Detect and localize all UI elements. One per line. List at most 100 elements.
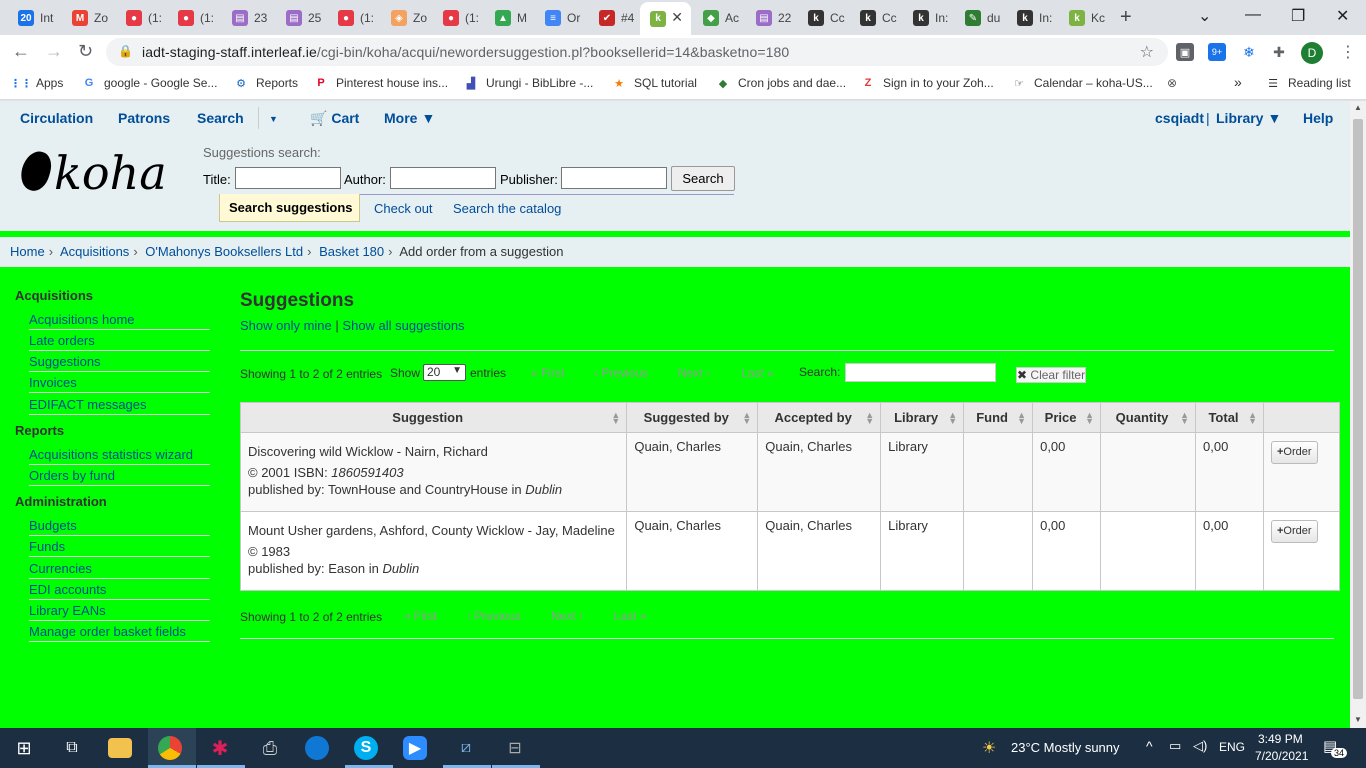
close-window-icon[interactable]: ✕ [1336,6,1349,26]
author-input[interactable] [390,167,496,189]
extensions-puzzle-icon[interactable]: ✚ [1270,43,1288,61]
nav-circulation[interactable]: Circulation [20,110,93,126]
printer-app-icon[interactable]: ⎙ [256,734,284,762]
sidebar-item-orders-by-fund[interactable]: Orders by fund [29,468,210,486]
nav-user[interactable]: csqiadt [1155,110,1204,126]
suggestion-search-button[interactable]: Search [671,166,735,191]
bookmark-item[interactable]: ⋮⋮ Apps [10,76,63,90]
col-library[interactable]: Library ▲ ▼ [880,402,965,433]
bookmark-item[interactable]: ☞ Calendar – koha-US... [1012,76,1153,90]
nav-cart[interactable]: 🛒 Cart [310,110,359,127]
col-fund[interactable]: Fund ▲ ▼ [963,402,1034,433]
page-scrollbar[interactable]: ▲ ▼ [1350,101,1366,728]
browser-tab[interactable]: ▤ 25 [276,4,326,32]
browser-tab[interactable]: 20 Int [8,4,60,32]
show-only-mine-link[interactable]: Show only mine [240,318,332,333]
order-button[interactable]: +Order [1270,520,1318,543]
show-all-suggestions-link[interactable]: Show all suggestions [342,318,464,333]
tab-search-catalog[interactable]: Search the catalog [453,201,561,216]
sidebar-item-library-eans[interactable]: Library EANs [29,603,210,621]
address-bar[interactable]: 🔒 iadt-staging-staff.interleaf.ie/cgi-bi… [106,38,1168,66]
koha-logo[interactable]: koha [17,146,167,200]
sidebar-item-funds[interactable]: Funds [29,539,210,557]
browser-tab[interactable]: ◆ Ac [693,4,744,32]
nav-more[interactable]: More ▼ [384,110,435,126]
weather-text[interactable]: 23°C Mostly sunny [1011,740,1120,755]
volume-icon[interactable]: ◁) [1193,738,1207,754]
edge-icon[interactable] [305,736,329,760]
col-accepted-by[interactable]: Accepted by ▲ ▼ [757,402,882,433]
browser-tab[interactable]: ✎ du [955,4,1005,32]
clock-date[interactable]: 7/20/2021 [1255,749,1308,763]
task-view-icon[interactable]: ⧉ [58,734,86,762]
sidebar-item-acquisitions-home[interactable]: Acquisitions home [29,312,210,330]
browser-tab[interactable]: k Cc [850,4,901,32]
next-page-button[interactable]: Next › [678,366,710,380]
nav-help[interactable]: Help [1303,110,1333,126]
browser-menu-icon[interactable]: ⋮ [1340,42,1356,62]
col-total[interactable]: Total ▲ ▼ [1195,402,1264,433]
browser-tab[interactable]: ◈ Zo [381,4,431,32]
more-bookmarks-button[interactable]: » [1234,74,1242,90]
browser-tab[interactable]: ● (1: [116,4,166,32]
back-icon[interactable]: ← [12,41,30,62]
browser-tab[interactable]: k Kc [1059,4,1111,32]
windows-start-icon[interactable]: ⊞ [10,734,38,762]
sidebar-item-edifact[interactable]: EDIFACT messages [29,397,210,415]
browser-tab[interactable]: ▤ 23 [222,4,274,32]
breadcrumb-acquisitions[interactable]: Acquisitions [60,244,129,259]
extension-icon[interactable]: ▣ [1176,43,1194,61]
browser-tab[interactable]: k In: [903,4,953,32]
scrollbar-thumb[interactable] [1353,119,1363,699]
sidebar-item-currencies[interactable]: Currencies [29,561,210,579]
file-explorer-icon[interactable] [108,738,132,758]
tab-close-icon[interactable]: ✕ [671,9,683,26]
bookmark-item[interactable]: ▟ Urungi - BibLibre -... [464,76,594,90]
breadcrumb-basket[interactable]: Basket 180 [319,244,384,259]
extension-snowflake-icon[interactable]: ❄ [1240,43,1258,61]
browser-tab[interactable]: ● (1: [168,4,220,32]
browser-tab[interactable]: k Cc [798,4,848,32]
first-page-button-bottom[interactable]: « First [404,609,437,623]
browser-tab[interactable]: ▤ 22 [746,4,796,32]
sidebar-item-budgets[interactable]: Budgets [29,518,210,536]
breadcrumb-vendor[interactable]: O'Mahonys Booksellers Ltd [145,244,303,259]
chrome-icon[interactable] [158,736,182,760]
browser-tab[interactable]: ✔ #4 [589,4,638,32]
network-app-icon[interactable]: ⧄ [452,734,480,762]
sidebar-item-invoices[interactable]: Invoices [29,375,210,393]
browser-tab[interactable]: k ✕ [640,2,691,35]
col-quantity[interactable]: Quantity ▲ ▼ [1100,402,1197,433]
browser-tab[interactable]: M Zo [62,4,114,32]
sidebar-item-edi-accounts[interactable]: EDI accounts [29,582,210,600]
col-suggested-by[interactable]: Suggested by ▲ ▼ [626,402,759,433]
bookmark-item[interactable]: ◆ Cron jobs and dae... [716,76,846,90]
language-indicator[interactable]: ENG [1219,740,1245,754]
browser-tab[interactable]: ● (1: [328,4,379,32]
profile-avatar[interactable]: D [1301,42,1323,64]
bookmark-star-icon[interactable]: ☆ [1140,42,1154,62]
publisher-input[interactable] [561,167,667,189]
scroll-up-icon[interactable]: ▲ [1354,103,1362,112]
new-tab-button[interactable]: + [1120,6,1132,29]
battery-icon[interactable]: ▭ [1169,738,1181,754]
zoom-icon[interactable]: ▶ [403,736,427,760]
first-page-button[interactable]: « First [531,366,564,380]
table-search-input[interactable] [845,363,996,382]
page-length-select[interactable]: 20 ▼ [423,364,466,381]
skype-icon[interactable]: S [354,736,378,760]
bookmark-item[interactable]: ⚙ Reports [234,76,298,90]
browser-tab[interactable]: ● (1: [433,4,483,32]
search-dropdown-icon[interactable]: ▼ [269,114,278,124]
last-page-button[interactable]: Last » [741,366,774,380]
tab-search-suggestions[interactable]: Search suggestions [219,194,360,222]
reading-list-button[interactable]: ☰ Reading list [1266,76,1351,90]
scroll-down-icon[interactable]: ▼ [1354,715,1362,724]
browser-tab[interactable]: k In: [1007,4,1057,32]
nav-library[interactable]: Library ▼ [1216,110,1281,126]
browser-tab[interactable]: ≡ Or [535,4,587,32]
tab-search-icon[interactable]: ⌄ [1198,6,1211,26]
breadcrumb-home[interactable]: Home [10,244,45,259]
next-page-button-bottom[interactable]: Next › [551,609,583,623]
nav-search[interactable]: Search [197,110,244,126]
